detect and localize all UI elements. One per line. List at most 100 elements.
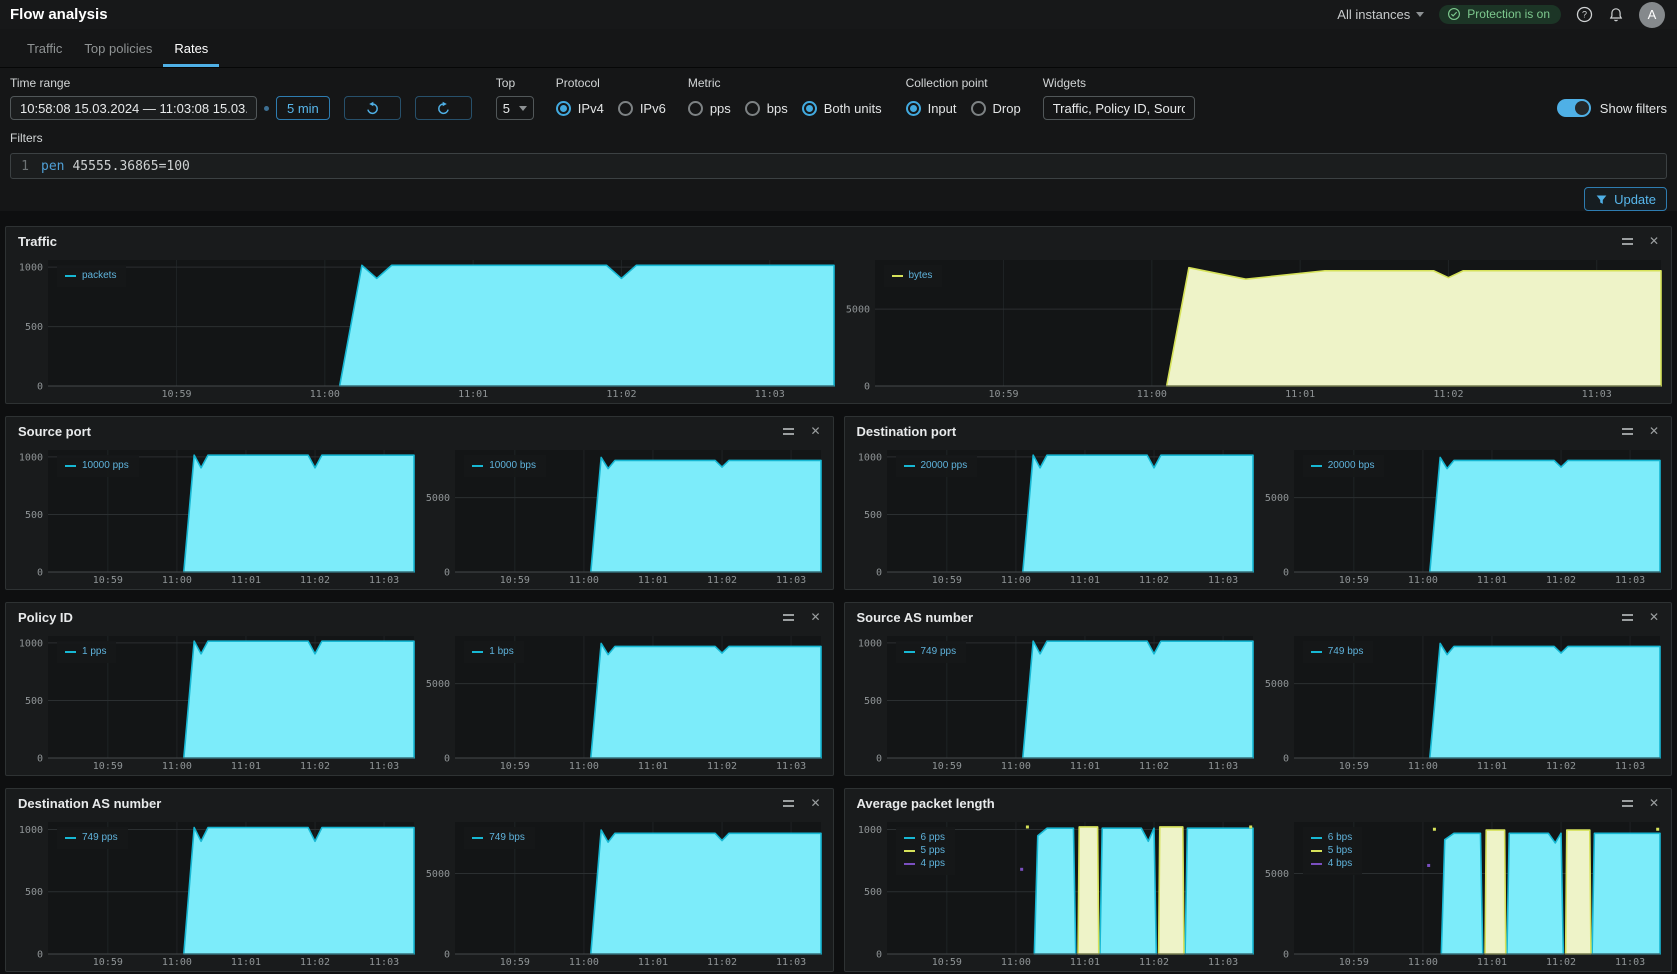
svg-text:0: 0	[37, 568, 43, 579]
legend-entry[interactable]: 6 bps	[1311, 831, 1352, 844]
close-icon[interactable]: ✕	[810, 425, 820, 437]
legend-entry[interactable]: 1 bps	[472, 645, 513, 658]
chart-traffic-bytes[interactable]: 0500010:5911:0011:0111:0211:03bytes	[839, 255, 1666, 401]
drag-handle-icon[interactable]	[1622, 800, 1633, 807]
close-icon[interactable]: ✕	[1649, 425, 1659, 437]
radio-drop[interactable]: Drop	[971, 101, 1021, 116]
update-row: Update	[0, 179, 1677, 211]
radio-ipv4[interactable]: IPv4	[556, 101, 604, 116]
legend-entry[interactable]: 749 bps	[472, 831, 525, 844]
svg-text:0: 0	[37, 754, 43, 765]
drag-handle-icon[interactable]	[1622, 238, 1633, 245]
close-icon[interactable]: ✕	[1649, 611, 1659, 623]
filters-code-editor[interactable]: 1 pen 45555.36865=100	[10, 153, 1667, 179]
legend-entry[interactable]: 4 pps	[904, 857, 945, 870]
legend-entry[interactable]: 20000 pps	[904, 459, 968, 472]
tab-rates[interactable]: Rates	[163, 29, 219, 67]
time-range-input[interactable]	[10, 96, 257, 120]
chart-destination-port-bps[interactable]: 0500010:5911:0011:0111:0211:0320000 bps	[1258, 445, 1665, 587]
avatar[interactable]: A	[1639, 2, 1665, 28]
svg-text:11:00: 11:00	[569, 575, 599, 586]
chart-avg-packet-length-pps[interactable]: 0500100010:5911:0011:0111:0211:036 pps5 …	[851, 817, 1258, 969]
legend-swatch-icon	[1311, 651, 1322, 653]
drag-handle-icon[interactable]	[1622, 428, 1633, 435]
close-icon[interactable]: ✕	[1649, 235, 1659, 247]
svg-text:11:03: 11:03	[1615, 575, 1645, 586]
tab-traffic[interactable]: Traffic	[16, 29, 73, 67]
widgets-input[interactable]	[1043, 96, 1195, 120]
svg-text:0: 0	[1283, 568, 1289, 579]
instances-dropdown[interactable]: All instances	[1337, 7, 1424, 22]
protocol-radio-group: IPv4 IPv6	[556, 96, 666, 120]
show-filters-toggle[interactable]: Show filters	[1557, 96, 1667, 120]
svg-text:5000: 5000	[1265, 869, 1289, 880]
radio-icon	[802, 101, 817, 116]
chart-policy-id-bps[interactable]: 0500010:5911:0011:0111:0211:031 bps	[419, 631, 826, 773]
redo-button[interactable]	[415, 96, 472, 120]
legend-entry[interactable]: 1 pps	[65, 645, 106, 658]
legend-entry[interactable]: 20000 bps	[1311, 459, 1375, 472]
legend-entry[interactable]: bytes	[892, 269, 933, 282]
legend-entry[interactable]: 5 pps	[904, 844, 945, 857]
time-quick-range-button[interactable]: 5 min	[276, 96, 330, 120]
update-button[interactable]: Update	[1584, 187, 1667, 211]
legend-swatch-icon	[65, 275, 76, 277]
svg-text:1000: 1000	[857, 638, 881, 649]
close-icon[interactable]: ✕	[810, 611, 820, 623]
chart-destination-port-pps[interactable]: 0500100010:5911:0011:0111:0211:0320000 p…	[851, 445, 1258, 587]
chart-legend: bytes	[884, 265, 943, 287]
help-icon[interactable]: ?	[1576, 6, 1593, 23]
legend-label: 1 bps	[489, 646, 513, 657]
drag-handle-icon[interactable]	[783, 614, 794, 621]
radio-pps[interactable]: pps	[688, 101, 731, 116]
chart-destination-as-bps[interactable]: 0500010:5911:0011:0111:0211:03749 bps	[419, 817, 826, 969]
legend-entry[interactable]: 4 bps	[1311, 857, 1352, 870]
chart-avg-packet-length-bps[interactable]: 0500010:5911:0011:0111:0211:036 bps5 bps…	[1258, 817, 1665, 969]
svg-text:10:59: 10:59	[988, 389, 1018, 400]
chart-destination-as-pps[interactable]: 0500100010:5911:0011:0111:0211:03749 pps	[12, 817, 419, 969]
close-icon[interactable]: ✕	[810, 797, 820, 809]
legend-swatch-icon	[904, 465, 915, 467]
legend-label: 20000 bps	[1328, 460, 1375, 471]
chart-policy-id-pps[interactable]: 0500100010:5911:0011:0111:0211:031 pps	[12, 631, 419, 773]
legend-entry[interactable]: 749 pps	[904, 645, 957, 658]
legend-entry[interactable]: 749 pps	[65, 831, 118, 844]
svg-text:11:02: 11:02	[707, 575, 737, 586]
legend-entry[interactable]: 5 bps	[1311, 844, 1352, 857]
tab-top-policies[interactable]: Top policies	[73, 29, 163, 67]
panel-source-as-number: Source AS number ✕ 0500100010:5911:0011:…	[844, 602, 1673, 776]
undo-button[interactable]	[344, 96, 401, 120]
chart-traffic-packets[interactable]: 0500100010:5911:0011:0111:0211:03packets	[12, 255, 839, 401]
legend-entry[interactable]: 10000 bps	[472, 459, 536, 472]
svg-text:10:59: 10:59	[931, 575, 961, 586]
svg-text:5000: 5000	[426, 869, 450, 880]
undo-icon	[365, 101, 380, 116]
svg-text:11:00: 11:00	[162, 761, 192, 772]
panel-source-port: Source port ✕ 0500100010:5911:0011:0111:…	[5, 416, 834, 590]
chart-source-as-pps[interactable]: 0500100010:5911:0011:0111:0211:03749 pps	[851, 631, 1258, 773]
legend-entry[interactable]: 6 pps	[904, 831, 945, 844]
drag-handle-icon[interactable]	[783, 800, 794, 807]
legend-label: packets	[82, 270, 116, 281]
radio-ipv6[interactable]: IPv6	[618, 101, 666, 116]
legend-entry[interactable]: 749 bps	[1311, 645, 1364, 658]
legend-entry[interactable]: 10000 pps	[65, 459, 129, 472]
chart-legend: 1 pps	[57, 641, 116, 663]
drag-handle-icon[interactable]	[783, 428, 794, 435]
radio-input[interactable]: Input	[906, 101, 957, 116]
legend-swatch-icon	[1311, 850, 1322, 852]
chart-source-port-pps[interactable]: 0500100010:5911:0011:0111:0211:0310000 p…	[12, 445, 419, 587]
close-icon[interactable]: ✕	[1649, 797, 1659, 809]
notifications-bell-icon[interactable]	[1608, 7, 1624, 23]
svg-text:11:02: 11:02	[1546, 957, 1576, 968]
radio-bps[interactable]: bps	[745, 101, 788, 116]
svg-text:11:00: 11:00	[569, 761, 599, 772]
top-select[interactable]: 5	[496, 96, 534, 120]
chart-source-as-bps[interactable]: 0500010:5911:0011:0111:0211:03749 bps	[1258, 631, 1665, 773]
drag-handle-icon[interactable]	[1622, 614, 1633, 621]
radio-both-units[interactable]: Both units	[802, 101, 882, 116]
svg-text:11:02: 11:02	[1138, 761, 1168, 772]
svg-text:11:01: 11:01	[1477, 575, 1507, 586]
chart-source-port-bps[interactable]: 0500010:5911:0011:0111:0211:0310000 bps	[419, 445, 826, 587]
legend-entry[interactable]: packets	[65, 269, 116, 282]
